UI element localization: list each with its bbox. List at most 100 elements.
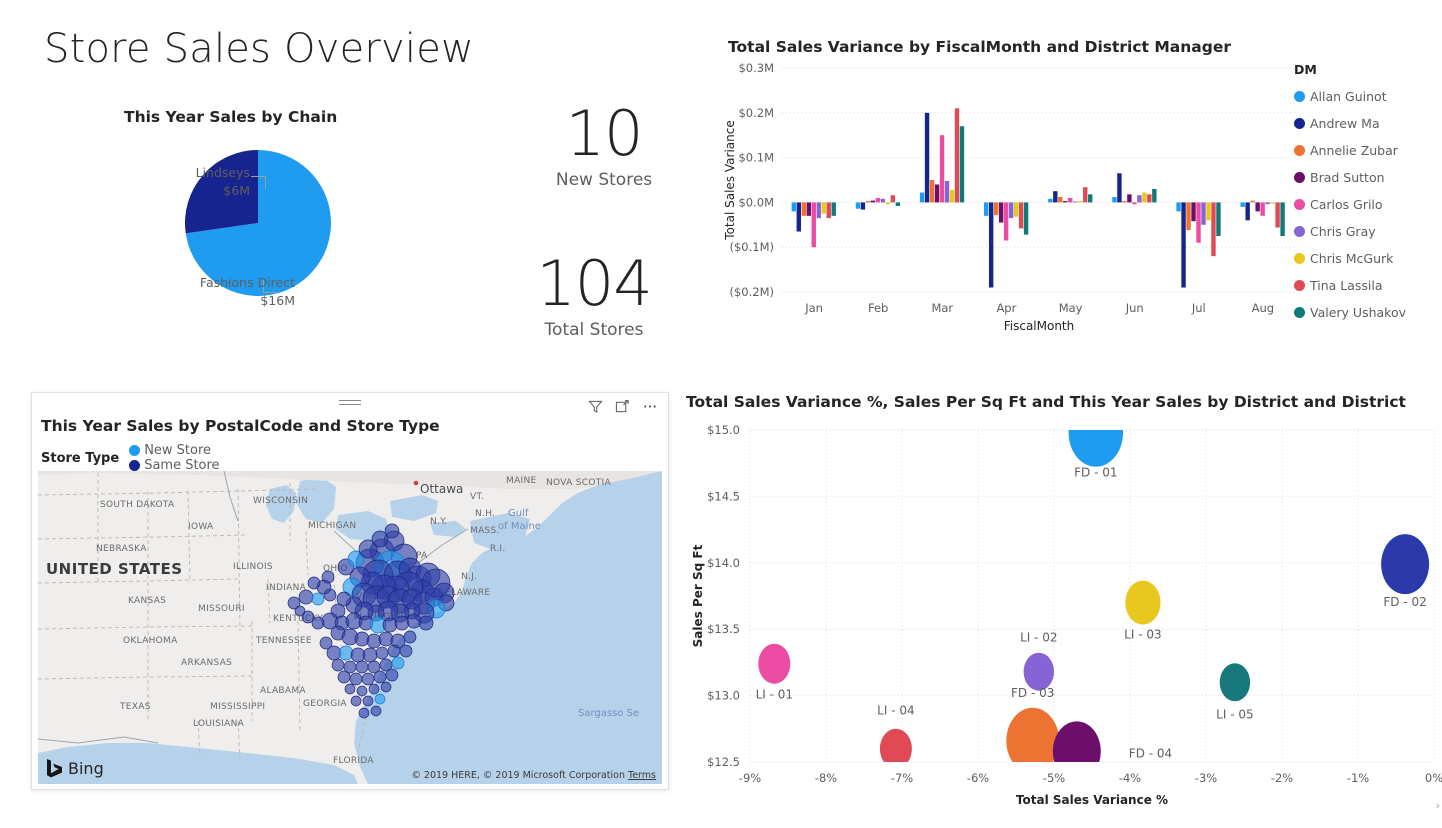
bar-mar-chris-gray[interactable] bbox=[945, 181, 949, 203]
bar-aug-annelie-zubar[interactable] bbox=[1250, 201, 1254, 203]
bar-apr-valery-ushakov[interactable] bbox=[1024, 202, 1028, 234]
bar-jun-andrew-ma[interactable] bbox=[1117, 173, 1121, 202]
bar-jan-tina-lassila[interactable] bbox=[827, 202, 831, 218]
pie-chart-card[interactable]: This Year Sales by Chain Lindseys $6M Fa… bbox=[110, 100, 510, 330]
bar-apr-brad-sutton[interactable] bbox=[999, 202, 1003, 222]
bar-mar-chris-mcgurk[interactable] bbox=[950, 190, 954, 203]
map-bubble-same-store[interactable] bbox=[371, 706, 381, 716]
bar-jun-annelie-zubar[interactable] bbox=[1122, 201, 1126, 202]
legend-item-chris-gray[interactable]: Chris Gray bbox=[1294, 218, 1442, 245]
bar-jan-allan-guinot[interactable] bbox=[792, 202, 796, 211]
bar-jan-chris-gray[interactable] bbox=[817, 202, 821, 218]
map-bubble-same-store[interactable] bbox=[362, 673, 374, 685]
bar-jan-carlos-grilo[interactable] bbox=[812, 202, 816, 247]
map-bubble-same-store[interactable] bbox=[374, 671, 386, 683]
bar-apr-allan-guinot[interactable] bbox=[984, 202, 988, 215]
bar-feb-allan-guinot[interactable] bbox=[856, 202, 860, 208]
bar-jul-carlos-grilo[interactable] bbox=[1196, 202, 1200, 242]
legend-item-valery-ushakov[interactable]: Valery Ushakov bbox=[1294, 299, 1442, 326]
map-bubble-new-store[interactable] bbox=[392, 657, 404, 669]
bar-feb-tina-lassila[interactable] bbox=[891, 195, 895, 202]
pie-chart-plot[interactable]: Lindseys $6M Fashions Direct $16M bbox=[185, 150, 331, 296]
bar-mar-tina-lassila[interactable] bbox=[955, 108, 959, 202]
bar-feb-valery-ushakov[interactable] bbox=[896, 202, 900, 206]
map-legend[interactable]: Store Type New StoreSame Store bbox=[41, 443, 232, 473]
map-bubble-same-store[interactable] bbox=[350, 673, 362, 685]
map-bubble-same-store[interactable] bbox=[332, 659, 344, 671]
map-bubble-same-store[interactable] bbox=[388, 645, 400, 657]
map-bubble-same-store[interactable] bbox=[395, 616, 409, 630]
bar-may-chris-mcgurk[interactable] bbox=[1078, 201, 1082, 202]
map-bubble-same-store[interactable] bbox=[356, 661, 368, 673]
map-bubble-same-store[interactable] bbox=[407, 614, 421, 628]
map-bubble-same-store[interactable] bbox=[338, 671, 350, 683]
legend-item-andrew-ma[interactable]: Andrew Ma bbox=[1294, 110, 1442, 137]
bar-jul-chris-mcgurk[interactable] bbox=[1206, 202, 1210, 220]
scatter-bubble-fd03[interactable] bbox=[1006, 708, 1059, 774]
bar-jun-allan-guinot[interactable] bbox=[1112, 197, 1116, 202]
drag-handle-icon[interactable] bbox=[339, 400, 361, 406]
column-chart-legend[interactable]: DM Allan GuinotAndrew MaAnnelie ZubarBra… bbox=[1294, 62, 1442, 326]
bar-aug-chris-gray[interactable] bbox=[1265, 202, 1269, 204]
bar-may-annelie-zubar[interactable] bbox=[1058, 197, 1062, 202]
map-bubble-same-store[interactable] bbox=[367, 634, 381, 648]
scatter-bubble-li04[interactable] bbox=[880, 729, 912, 769]
map-bubble-same-store[interactable] bbox=[355, 632, 369, 646]
bar-may-andrew-ma[interactable] bbox=[1053, 191, 1057, 202]
bar-jan-annelie-zubar[interactable] bbox=[802, 202, 806, 215]
bar-aug-carlos-grilo[interactable] bbox=[1260, 202, 1264, 215]
map-svg[interactable]: SOUTH DAKOTAWISCONSINMICHIGANIOWANEBRASK… bbox=[38, 471, 662, 784]
bar-feb-chris-mcgurk[interactable] bbox=[886, 202, 890, 204]
map-bubble-same-store[interactable] bbox=[351, 696, 361, 706]
legend-item-allan-guinot[interactable]: Allan Guinot bbox=[1294, 83, 1442, 110]
bar-jul-tina-lassila[interactable] bbox=[1211, 202, 1215, 256]
map-bubble-same-store[interactable] bbox=[381, 682, 391, 692]
bar-feb-brad-sutton[interactable] bbox=[871, 201, 875, 203]
focus-mode-icon[interactable] bbox=[615, 399, 630, 414]
bar-jun-carlos-grilo[interactable] bbox=[1132, 202, 1136, 204]
map-bubble-same-store[interactable] bbox=[386, 669, 398, 681]
bar-mar-andrew-ma[interactable] bbox=[925, 113, 929, 203]
bar-jul-annelie-zubar[interactable] bbox=[1186, 202, 1190, 230]
bar-aug-tina-lassila[interactable] bbox=[1275, 202, 1279, 227]
bar-mar-allan-guinot[interactable] bbox=[920, 193, 924, 203]
map-bubble-same-store[interactable] bbox=[419, 616, 433, 630]
bar-apr-andrew-ma[interactable] bbox=[989, 202, 993, 287]
bar-jul-allan-guinot[interactable] bbox=[1176, 202, 1180, 211]
map-legend-item-new-store[interactable]: New Store bbox=[129, 443, 219, 458]
bar-mar-carlos-grilo[interactable] bbox=[940, 135, 944, 202]
bar-apr-tina-lassila[interactable] bbox=[1019, 202, 1023, 228]
bar-jan-brad-sutton[interactable] bbox=[807, 202, 811, 215]
bar-jun-chris-gray[interactable] bbox=[1137, 195, 1141, 202]
map-bubble-new-store[interactable] bbox=[339, 646, 353, 660]
bar-jul-valery-ushakov[interactable] bbox=[1216, 202, 1220, 236]
bar-feb-carlos-grilo[interactable] bbox=[876, 198, 880, 202]
bar-apr-carlos-grilo[interactable] bbox=[1004, 202, 1008, 240]
map-bubble-same-store[interactable] bbox=[400, 645, 412, 657]
bar-apr-chris-gray[interactable] bbox=[1009, 202, 1013, 218]
bar-may-carlos-grilo[interactable] bbox=[1068, 198, 1072, 202]
map-bubble-same-store[interactable] bbox=[308, 577, 320, 589]
bar-jan-chris-mcgurk[interactable] bbox=[822, 202, 826, 213]
bar-aug-allan-guinot[interactable] bbox=[1240, 202, 1244, 206]
legend-item-brad-sutton[interactable]: Brad Sutton bbox=[1294, 164, 1442, 191]
map-card-toolbar[interactable] bbox=[588, 399, 658, 414]
map-bubble-same-store[interactable] bbox=[322, 571, 334, 583]
scatter-bubble-li03[interactable] bbox=[1125, 581, 1160, 625]
map-bubble-new-store[interactable] bbox=[312, 593, 324, 605]
bar-jan-valery-ushakov[interactable] bbox=[832, 202, 836, 215]
legend-item-annelie-zubar[interactable]: Annelie Zubar bbox=[1294, 137, 1442, 164]
scatter-bubble-li01[interactable] bbox=[758, 644, 790, 684]
map-bubble-same-store[interactable] bbox=[345, 684, 355, 694]
map-bubble-same-store[interactable] bbox=[363, 696, 373, 706]
bar-jul-chris-gray[interactable] bbox=[1201, 202, 1205, 224]
map-bubble-same-store[interactable] bbox=[359, 708, 369, 718]
bar-jul-andrew-ma[interactable] bbox=[1181, 202, 1185, 287]
legend-item-chris-mcgurk[interactable]: Chris McGurk bbox=[1294, 245, 1442, 272]
bar-may-allan-guinot[interactable] bbox=[1048, 199, 1052, 203]
bar-feb-andrew-ma[interactable] bbox=[861, 202, 865, 209]
bar-jun-chris-mcgurk[interactable] bbox=[1142, 193, 1146, 203]
map-bubble-same-store[interactable] bbox=[383, 618, 397, 632]
map-bubble-same-store[interactable] bbox=[379, 632, 393, 646]
map-bubble-same-store[interactable] bbox=[404, 631, 416, 643]
